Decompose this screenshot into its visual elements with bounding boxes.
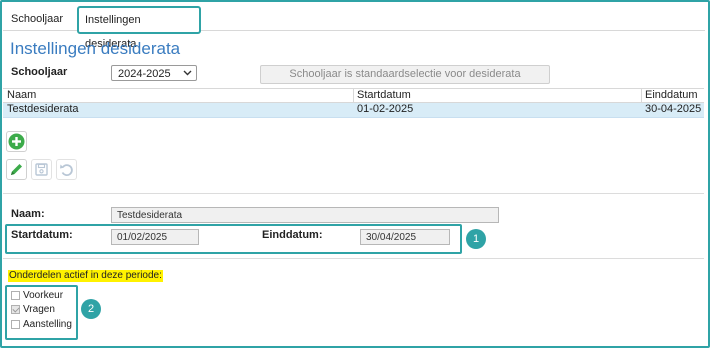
voorkeur-label: Voorkeur [23,290,64,301]
save-button[interactable] [31,159,52,180]
naam-label: Naam: [11,208,45,220]
page-title: Instellingen desiderata [10,39,181,58]
vragen-label: Vragen [23,304,55,315]
callout-badge-1: 1 [466,229,486,249]
desiderata-table: Naam Startdatum Einddatum Testdesiderata… [3,88,704,118]
aanstelling-checkbox[interactable] [11,320,20,329]
chevron-down-icon [183,66,192,85]
vragen-checkbox[interactable] [11,305,20,314]
plus-circle-icon [8,133,25,150]
standaardselectie-button[interactable]: Schooljaar is standaardselectie voor des… [260,65,550,84]
column-header-einddatum[interactable]: Einddatum [645,89,698,102]
tab-instellingen-desiderata[interactable]: Instellingen desiderata [77,6,201,50]
column-header-startdatum[interactable]: Startdatum [357,89,411,102]
einddatum-field[interactable]: 30/04/2025 [360,229,450,245]
startdatum-field[interactable]: 01/02/2025 [111,229,199,245]
undo-icon [60,164,73,177]
undo-button[interactable] [56,159,77,180]
table-row[interactable]: Testdesiderata 01-02-2025 30-04-2025 [3,103,704,118]
callout-badge-2: 2 [81,299,101,319]
cell-einddatum: 30-04-2025 [645,103,702,115]
schooljaar-label: Schooljaar [11,66,68,78]
column-header-naam[interactable]: Naam [7,89,36,102]
table-header: Naam Startdatum Einddatum [3,88,704,103]
cell-naam: Testdesiderata [7,103,79,115]
tab-bar: Schooljaar Instellingen desiderata [3,2,705,50]
tab-schooljaar[interactable]: Schooljaar [5,8,71,30]
add-button[interactable] [6,131,27,152]
startdatum-label: Startdatum: [11,229,73,241]
naam-field[interactable]: Testdesiderata [111,207,499,223]
onderdelen-heading: Onderdelen actief in deze periode: [8,270,163,282]
divider [3,258,704,259]
einddatum-label: Einddatum: [262,229,323,241]
column-separator [641,89,642,102]
schooljaar-select[interactable]: 2024-2025 [111,65,197,81]
divider [3,193,704,194]
edit-button[interactable] [6,159,27,180]
aanstelling-label: Aanstelling [23,319,72,330]
pencil-icon [11,164,22,175]
voorkeur-checkbox[interactable] [11,291,20,300]
cell-startdatum: 01-02-2025 [357,103,414,115]
column-separator [353,89,354,102]
schooljaar-select-value: 2024-2025 [118,68,171,80]
save-icon [35,163,48,176]
